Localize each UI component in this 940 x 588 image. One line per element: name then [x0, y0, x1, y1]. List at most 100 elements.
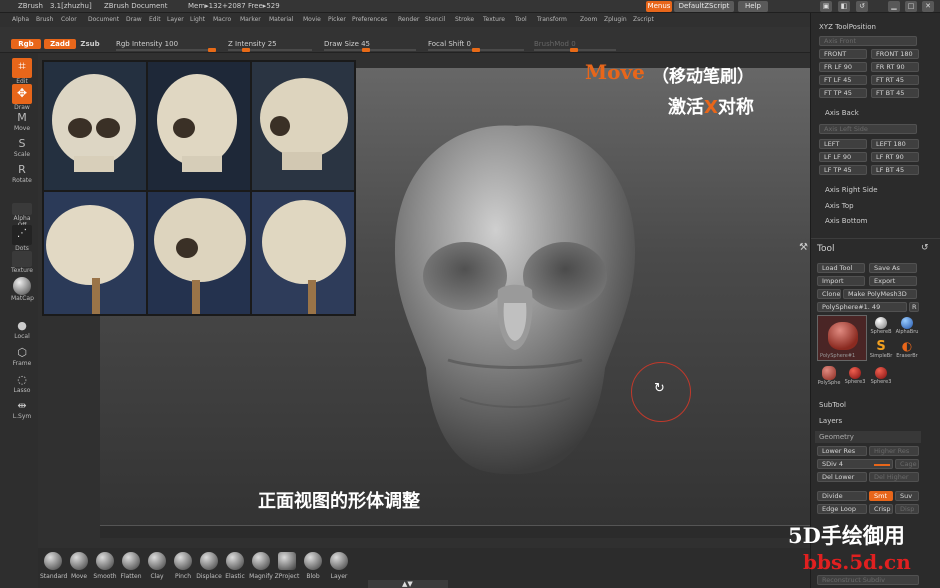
brush-move[interactable]: Move [66, 552, 92, 580]
brush-magnify[interactable]: Magnify [248, 552, 274, 580]
bottom-scroll-handle[interactable]: ▲▼ [368, 580, 448, 588]
current-tool-thumbnail[interactable]: PolySphere#1 [817, 315, 867, 361]
thumb-sphere3-b[interactable]: Sphere3 [869, 365, 893, 389]
menu-texture[interactable]: Texture [483, 16, 505, 23]
zadd-button[interactable]: Zadd [44, 39, 76, 49]
slider-knob[interactable] [570, 48, 578, 52]
menu-material[interactable]: Material [269, 16, 293, 23]
scale-button[interactable]: S Scale [11, 137, 33, 158]
help-button[interactable]: Help [738, 1, 768, 12]
texture-button[interactable]: Texture [11, 251, 33, 274]
rgb-intensity-slider[interactable]: Rgb Intensity 100 [116, 40, 216, 52]
lf-lf-90-button[interactable]: LF LF 90 [819, 152, 867, 162]
menu-stencil[interactable]: Stencil [425, 16, 445, 23]
ft-rt-45-button[interactable]: FT RT 45 [871, 75, 919, 85]
menu-zoom[interactable]: Zoom [580, 16, 597, 23]
menu-macro[interactable]: Macro [213, 16, 231, 23]
brush-layer[interactable]: Layer [326, 552, 352, 580]
menu-alpha[interactable]: Alpha [12, 16, 29, 23]
thumb-simplebrush[interactable]: S SimpleBr [869, 340, 893, 362]
left-button[interactable]: LEFT [819, 139, 867, 149]
front-button[interactable]: FRONT [819, 49, 867, 59]
menu-marker[interactable]: Marker [240, 16, 261, 23]
lower-res-button[interactable]: Lower Res [817, 446, 867, 456]
clone-button[interactable]: Clone [817, 289, 841, 299]
maximize-icon[interactable]: □ [905, 1, 917, 12]
menu-document[interactable]: Document [88, 16, 119, 23]
menu-draw[interactable]: Draw [126, 16, 142, 23]
save-as-button[interactable]: Save As [869, 263, 917, 273]
reconstruct-subdiv-button[interactable]: Reconstruct Subdiv [817, 575, 919, 585]
menu-edit[interactable]: Edit [149, 16, 161, 23]
fr-rt-90-button[interactable]: FR RT 90 [871, 62, 919, 72]
thumb-alphabrush[interactable]: AlphaBru [895, 315, 919, 339]
lf-rt-90-button[interactable]: LF RT 90 [871, 152, 919, 162]
axis-top-button[interactable]: Axis Top [825, 202, 854, 210]
divide-button[interactable]: Divide [817, 491, 867, 501]
menu-layer[interactable]: Layer [167, 16, 184, 23]
default-zscript-button[interactable]: DefaultZScript [674, 1, 734, 12]
menu-picker[interactable]: Picker [328, 16, 346, 23]
brush-zproject[interactable]: ZProject [274, 552, 300, 580]
xyz-toolposition-header[interactable]: XYZ ToolPosition [819, 23, 876, 31]
brush-flatten[interactable]: Flatten [118, 552, 144, 580]
menu-zscript[interactable]: Zscript [633, 16, 654, 23]
ft-lf-45-button[interactable]: FT LF 45 [819, 75, 867, 85]
menu-render[interactable]: Render [398, 16, 419, 23]
brush-clay[interactable]: Clay [144, 552, 170, 580]
axis-right-side-button[interactable]: Axis Right Side [825, 186, 878, 194]
make-polymesh3d-button[interactable]: Make PolyMesh3D [843, 289, 917, 299]
layers-section[interactable]: Layers [819, 417, 842, 425]
window-btn-2-icon[interactable]: ◧ [838, 1, 850, 12]
draw-size-slider[interactable]: Draw Size 45 [324, 40, 416, 52]
thumb-eraserbrush[interactable]: ◐ EraserBr [895, 340, 919, 362]
thumb-sphere3-a[interactable]: Sphere3 [843, 365, 867, 389]
minimize-icon[interactable]: ▁ [888, 1, 900, 12]
sdiv-slider[interactable]: SDiv 4 [817, 459, 893, 469]
matcap-button[interactable]: MatCap [11, 277, 34, 302]
axis-front-button[interactable]: Axis Front [819, 36, 917, 46]
thumb-polysphere[interactable]: PolySphe [817, 365, 841, 389]
brush-blob[interactable]: Blob [300, 552, 326, 580]
slider-knob[interactable] [362, 48, 370, 52]
edit-button[interactable]: ⌗ Edit [11, 58, 33, 85]
lf-bt-45-button[interactable]: LF BT 45 [871, 165, 919, 175]
menu-brush[interactable]: Brush [36, 16, 53, 23]
focal-shift-slider[interactable]: Focal Shift 0 [428, 40, 524, 52]
edge-loop-button[interactable]: Edge Loop [817, 504, 867, 514]
lasso-button[interactable]: ◌ Lasso [11, 373, 33, 394]
slider-knob[interactable] [472, 48, 480, 52]
cage-button[interactable]: Cage [895, 459, 919, 469]
current-tool-slider[interactable]: PolySphere#1. 49 [817, 302, 907, 312]
menu-zplugin[interactable]: Zplugin [604, 16, 627, 23]
local-button[interactable]: ● Local [11, 319, 33, 340]
lsym-button[interactable]: ⇹ L.Sym [11, 399, 33, 420]
brush-displace[interactable]: Displace [196, 552, 222, 580]
close-icon[interactable]: ✕ [922, 1, 934, 12]
suv-toggle[interactable]: Suv [895, 491, 919, 501]
menu-tool[interactable]: Tool [515, 16, 527, 23]
fr-lf-90-button[interactable]: FR LF 90 [819, 62, 867, 72]
axis-back-button[interactable]: Axis Back [825, 109, 859, 117]
brush-standard[interactable]: Standard [40, 552, 67, 580]
z-intensity-slider[interactable]: Z Intensity 25 [228, 40, 312, 52]
menu-movie[interactable]: Movie [303, 16, 321, 23]
window-btn-3-icon[interactable]: ↺ [856, 1, 868, 12]
move-button[interactable]: M Move [11, 111, 33, 132]
brushmod-slider[interactable]: BrushMod 0 [534, 40, 616, 52]
slider-knob[interactable] [242, 48, 250, 52]
brush-elastic[interactable]: Elastic [222, 552, 248, 580]
tool-header[interactable]: Tool [817, 244, 834, 254]
menu-light[interactable]: Light [190, 16, 205, 23]
load-tool-button[interactable]: Load Tool [817, 263, 865, 273]
brush-smooth[interactable]: Smooth [92, 552, 118, 580]
menu-stroke[interactable]: Stroke [455, 16, 474, 23]
geometry-section-header[interactable]: Geometry [815, 431, 921, 443]
del-higher-button[interactable]: Del Higher [869, 472, 919, 482]
left-180-button[interactable]: LEFT 180 [871, 139, 919, 149]
front-180-button[interactable]: FRONT 180 [871, 49, 919, 59]
window-btn-1-icon[interactable]: ▣ [820, 1, 832, 12]
document-viewport[interactable]: ↻ [42, 60, 810, 538]
crisp-button[interactable]: Crisp [869, 504, 893, 514]
menus-button[interactable]: Menus [646, 1, 672, 12]
